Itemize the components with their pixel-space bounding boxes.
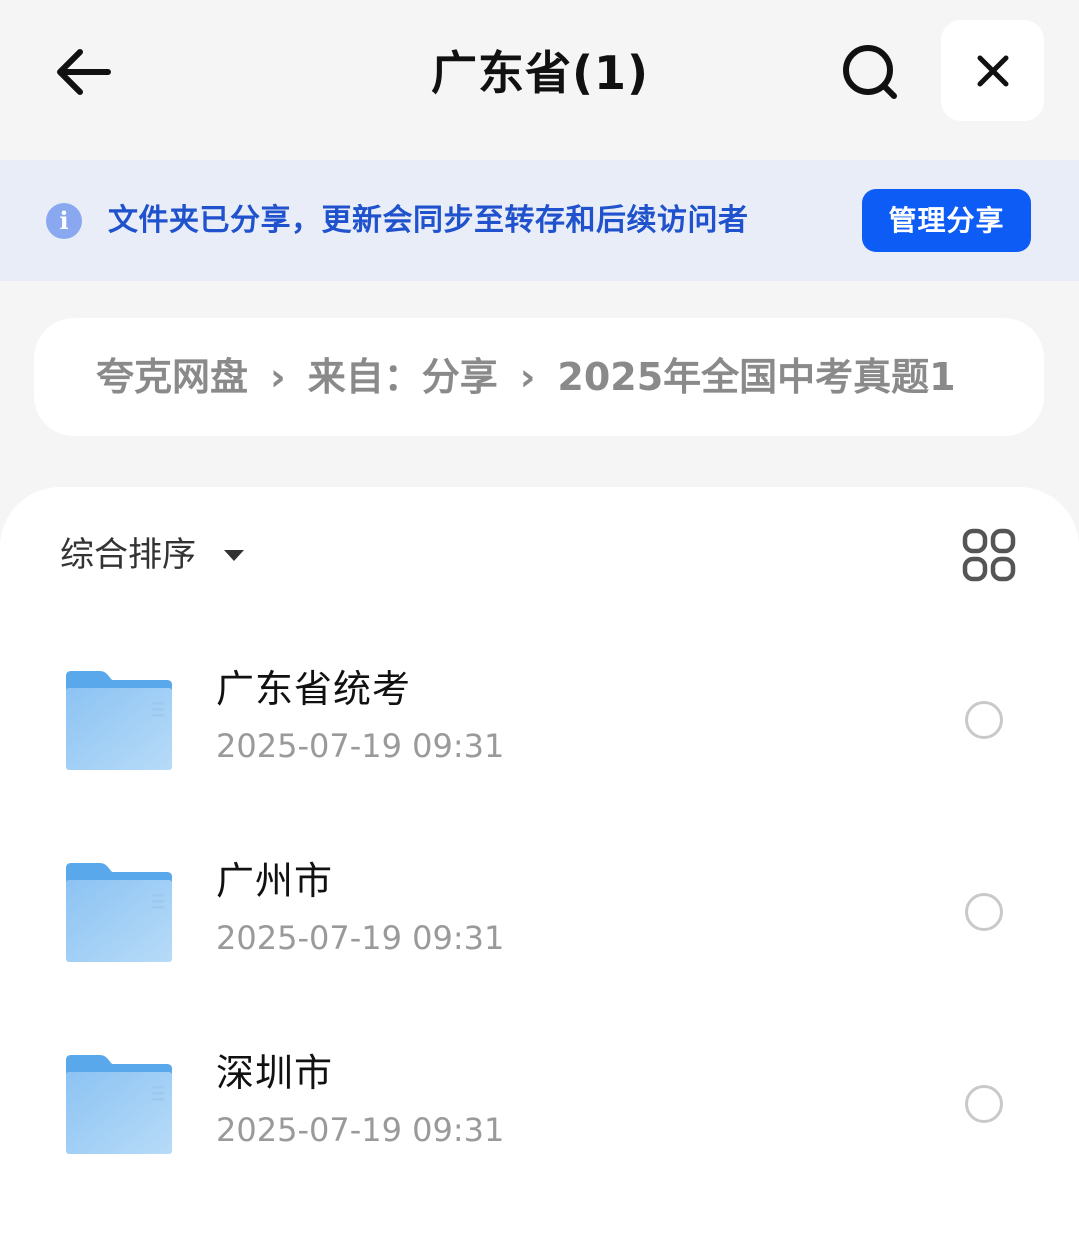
breadcrumb: 夸克网盘 › 来自：分享 › 2025年全国中考真题1	[34, 318, 1044, 436]
breadcrumb-separator: ›	[519, 355, 536, 399]
search-button[interactable]	[832, 34, 908, 110]
breadcrumb-item-shared[interactable]: 来自：分享	[308, 355, 498, 399]
file-row[interactable]: 广东省统考 2025-07-19 09:31	[0, 640, 1079, 800]
info-icon: i	[46, 203, 82, 239]
search-icon	[843, 45, 897, 99]
grid-view-button[interactable]	[960, 528, 1018, 582]
select-radio[interactable]	[965, 893, 1003, 931]
sort-dropdown[interactable]: 综合排序	[60, 530, 244, 580]
sort-label: 综合排序	[60, 535, 196, 575]
file-date: 2025-07-19 09:31	[216, 727, 505, 765]
file-date: 2025-07-19 09:31	[216, 1111, 505, 1149]
folder-icon	[66, 1055, 172, 1154]
close-icon	[977, 55, 1008, 86]
select-radio[interactable]	[965, 701, 1003, 739]
back-button[interactable]	[44, 34, 120, 110]
breadcrumb-item-exam-folder[interactable]: 2025年全国中考真题1	[557, 355, 955, 399]
file-row[interactable]: 广州市 2025-07-19 09:31	[0, 832, 1079, 992]
folder-icon	[66, 671, 172, 770]
breadcrumb-item-root[interactable]: 夸克网盘	[96, 355, 248, 399]
arrow-left-icon	[57, 49, 111, 95]
folder-icon	[66, 863, 172, 962]
file-name: 深圳市	[216, 1051, 334, 1095]
manage-share-button[interactable]: 管理分享	[862, 189, 1031, 252]
close-button[interactable]	[941, 20, 1044, 121]
breadcrumb-path: 夸克网盘 › 来自：分享 › 2025年全国中考真题1	[96, 318, 984, 436]
grid-view-icon	[962, 528, 1016, 582]
file-name: 广州市	[216, 859, 334, 903]
file-row[interactable]: 深圳市 2025-07-19 09:31	[0, 1024, 1079, 1184]
file-date: 2025-07-19 09:31	[216, 919, 505, 957]
select-radio[interactable]	[965, 1085, 1003, 1123]
caret-down-icon	[224, 549, 244, 561]
breadcrumb-separator: ›	[270, 355, 286, 399]
file-name: 广东省统考	[216, 667, 412, 711]
share-banner-text: 文件夹已分享，更新会同步至转存和后续访问者	[108, 203, 749, 238]
page-title: 广东省(1)	[430, 46, 650, 100]
